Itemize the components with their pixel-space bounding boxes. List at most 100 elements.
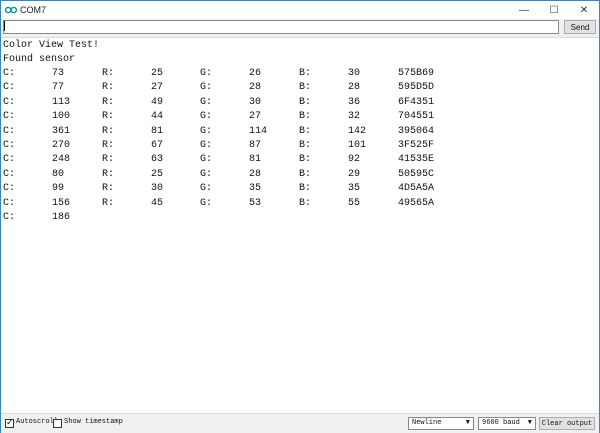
arduino-infinity-icon [5, 4, 17, 16]
baud-rate-select[interactable]: 9600 baud ▼ [478, 417, 536, 430]
output-c-value: 80 [52, 168, 65, 180]
output-r-value: 81 [151, 125, 164, 137]
output-b-value: 92 [348, 154, 361, 166]
output-c-label: C: [3, 140, 16, 151]
output-g-value: 28 [249, 168, 262, 180]
output-hex-value: 575B69 [398, 68, 435, 79]
output-g-label: G: [200, 68, 213, 79]
output-c-value: 77 [52, 82, 65, 94]
output-hex-value: 4D5A5A [398, 183, 435, 195]
send-button[interactable]: Send [564, 20, 596, 34]
output-c-label: C: [3, 197, 16, 209]
output-c-value: 73 [52, 68, 65, 79]
minimize-button[interactable]: — [509, 1, 539, 19]
close-button[interactable]: ✕ [569, 1, 599, 19]
output-r-value: 25 [151, 168, 164, 180]
output-b-label: B: [299, 168, 312, 180]
output-g-label: G: [200, 183, 213, 195]
output-b-value: 36 [348, 96, 361, 108]
clear-output-button[interactable]: Clear output [539, 417, 595, 430]
output-b-value: 101 [348, 140, 367, 151]
output-r-value: 45 [151, 197, 164, 209]
output-c-value: 186 [52, 212, 71, 223]
show-timestamp-label: Show timestamp [64, 418, 123, 426]
title-bar[interactable]: COM7 — ☐ ✕ [1, 1, 599, 19]
output-c-label: C: [3, 212, 16, 223]
output-c-value: 99 [52, 183, 65, 195]
output-c-label: C: [3, 68, 16, 79]
output-g-label: G: [200, 168, 213, 180]
output-c-label: C: [3, 183, 16, 195]
chevron-down-icon: ▼ [527, 419, 532, 427]
output-b-label: B: [299, 183, 312, 195]
output-c-label: C: [3, 96, 16, 108]
output-c-value: 248 [52, 154, 71, 166]
output-g-label: G: [200, 111, 213, 123]
baud-rate-value: 9600 baud [482, 419, 520, 427]
chevron-down-icon: ▼ [465, 419, 470, 427]
output-g-value: 114 [249, 125, 268, 137]
output-hex-value: 3F525F [398, 140, 435, 151]
autoscroll-checkbox[interactable] [5, 417, 14, 428]
output-g-label: G: [200, 125, 213, 137]
maximize-button[interactable]: ☐ [539, 1, 569, 19]
output-c-value: 100 [52, 111, 71, 123]
output-hex-value: 395064 [398, 125, 435, 137]
serial-input[interactable] [3, 20, 559, 34]
output-b-label: B: [299, 140, 312, 151]
output-c-value: 270 [52, 140, 71, 151]
output-r-label: R: [102, 140, 115, 151]
output-r-value: 63 [151, 154, 164, 166]
output-hex-value: 595D5D [398, 82, 435, 94]
line-ending-value: Newline [412, 419, 442, 427]
output-r-value: 67 [151, 140, 164, 151]
output-c-label: C: [3, 168, 16, 180]
output-r-value: 49 [151, 96, 164, 108]
send-row: Send [1, 19, 599, 37]
output-r-label: R: [102, 68, 115, 79]
line-ending-select[interactable]: Newline ▼ [408, 417, 474, 430]
output-b-label: B: [299, 96, 312, 108]
output-g-label: G: [200, 154, 213, 166]
output-r-label: R: [102, 82, 115, 94]
text-caret [4, 21, 5, 31]
autoscroll-label: Autoscroll [16, 418, 59, 426]
output-r-label: R: [102, 183, 115, 195]
output-g-value: 81 [249, 154, 262, 166]
output-b-value: 29 [348, 168, 361, 180]
output-g-value: 28 [249, 82, 262, 94]
output-r-value: 30 [151, 183, 164, 195]
serial-output[interactable]: Color View Test! Found sensor C: 73 R: 25 G:… [1, 37, 599, 414]
output-b-value: 142 [348, 125, 367, 137]
output-b-label: B: [299, 125, 312, 137]
output-g-value: 30 [249, 96, 262, 108]
output-g-value: 87 [249, 140, 262, 151]
output-r-value: 27 [151, 82, 164, 94]
output-c-value: 113 [52, 96, 71, 108]
output-g-label: G: [200, 96, 213, 108]
output-line: Found sensor [3, 54, 76, 65]
output-hex-value: 49565A [398, 197, 435, 209]
output-b-value: 32 [348, 111, 361, 123]
output-r-value: 25 [151, 68, 164, 79]
output-hex-value: 6F4351 [398, 96, 435, 108]
show-timestamp-checkbox[interactable] [53, 419, 62, 428]
output-g-label: G: [200, 82, 213, 94]
output-g-label: G: [200, 140, 213, 151]
serial-monitor-window: COM7 — ☐ ✕ Send Color View Test! Found s… [0, 0, 600, 433]
output-line: Color View Test! [3, 40, 100, 51]
output-g-value: 35 [249, 183, 262, 195]
output-c-value: 361 [52, 125, 71, 137]
output-c-label: C: [3, 111, 16, 123]
output-r-label: R: [102, 168, 115, 180]
output-g-value: 53 [249, 197, 262, 209]
output-g-value: 27 [249, 111, 262, 123]
output-c-label: C: [3, 154, 16, 166]
output-c-label: C: [3, 82, 16, 94]
output-g-label: G: [200, 197, 213, 209]
output-r-label: R: [102, 96, 115, 108]
output-b-label: B: [299, 82, 312, 94]
output-g-value: 26 [249, 68, 262, 79]
output-b-value: 55 [348, 197, 361, 209]
output-r-label: R: [102, 111, 115, 123]
